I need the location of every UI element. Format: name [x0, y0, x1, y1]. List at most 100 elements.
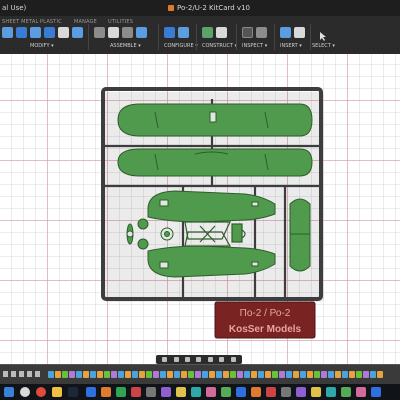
windows-start-icon[interactable]	[4, 387, 14, 397]
timeline-feature[interactable]	[223, 371, 229, 378]
insert-canvas-icon[interactable]	[294, 27, 305, 38]
timeline-feature[interactable]	[279, 371, 285, 378]
taskbar-app-icon[interactable]	[131, 387, 141, 397]
timeline-feature[interactable]	[174, 371, 180, 378]
timeline-feature[interactable]	[76, 371, 82, 378]
timeline-feature[interactable]	[272, 371, 278, 378]
fillet-icon[interactable]	[16, 27, 27, 38]
new-component-icon[interactable]	[94, 27, 105, 38]
timeline-feature[interactable]	[251, 371, 257, 378]
group-assemble[interactable]: ASSEMBLE ▾	[110, 43, 141, 49]
move-icon[interactable]	[72, 27, 83, 38]
timeline-play-icon[interactable]	[19, 371, 24, 377]
timeline-feature[interactable]	[55, 371, 61, 378]
insert-derive-icon[interactable]	[280, 27, 291, 38]
taskbar-app-icon[interactable]	[191, 387, 201, 397]
timeline-feature[interactable]	[181, 371, 187, 378]
timeline-feature[interactable]	[244, 371, 250, 378]
timeline-feature[interactable]	[153, 371, 159, 378]
timeline-feature[interactable]	[132, 371, 138, 378]
timeline-feature[interactable]	[118, 371, 124, 378]
orbit-icon[interactable]	[162, 357, 168, 362]
search-icon[interactable]	[20, 387, 30, 397]
press-pull-icon[interactable]	[2, 27, 13, 38]
group-configure[interactable]: CONFIGURE ▾	[164, 43, 198, 49]
display-settings-icon[interactable]	[207, 357, 213, 362]
taskbar-app-icon[interactable]	[371, 387, 381, 397]
taskbar-app-icon[interactable]	[236, 387, 246, 397]
taskbar-app-icon[interactable]	[311, 387, 321, 397]
tab-plastic[interactable]: PLASTIC	[40, 19, 62, 25]
timeline-feature[interactable]	[188, 371, 194, 378]
timeline-feature[interactable]	[258, 371, 264, 378]
timeline-feature[interactable]	[349, 371, 355, 378]
timeline-start-icon[interactable]	[3, 371, 8, 377]
joint-icon[interactable]	[108, 27, 119, 38]
timeline-feature[interactable]	[125, 371, 131, 378]
timeline-feature[interactable]	[328, 371, 334, 378]
group-modify[interactable]: MODIFY ▾	[30, 43, 54, 49]
timeline-feature[interactable]	[69, 371, 75, 378]
taskbar-app-icon[interactable]	[86, 387, 96, 397]
fit-icon[interactable]	[196, 357, 202, 362]
taskbar-app-icon[interactable]	[206, 387, 216, 397]
timeline-feature[interactable]	[62, 371, 68, 378]
taskbar-app-icon[interactable]	[161, 387, 171, 397]
timeline-feature[interactable]	[370, 371, 376, 378]
timeline-feature[interactable]	[307, 371, 313, 378]
timeline-back-icon[interactable]	[11, 371, 16, 377]
timeline-feature[interactable]	[356, 371, 362, 378]
timeline-feature[interactable]	[111, 371, 117, 378]
kit-card-model[interactable]: По-2 / Ро-2 KosSer Models	[0, 54, 400, 364]
group-insert[interactable]: INSERT ▾	[280, 43, 302, 49]
group-select[interactable]: SELECT ▾	[312, 43, 335, 49]
timeline-end-icon[interactable]	[35, 371, 40, 377]
grid-settings-icon[interactable]	[219, 357, 225, 362]
group-inspect[interactable]: INSPECT ▾	[242, 43, 267, 49]
timeline-feature[interactable]	[195, 371, 201, 378]
configure-theme-icon[interactable]	[178, 27, 189, 38]
offset-plane-icon[interactable]	[202, 27, 213, 38]
split-body-icon[interactable]	[58, 27, 69, 38]
timeline-feature[interactable]	[83, 371, 89, 378]
timeline-feature[interactable]	[314, 371, 320, 378]
timeline-feature[interactable]	[160, 371, 166, 378]
axis-icon[interactable]	[216, 27, 227, 38]
taskbar-app-icon[interactable]	[341, 387, 351, 397]
select-arrow-icon[interactable]	[318, 27, 329, 41]
group-construct[interactable]: CONSTRUCT ▾	[202, 43, 237, 49]
timeline-feature[interactable]	[167, 371, 173, 378]
timeline-feature[interactable]	[321, 371, 327, 378]
taskbar-app-icon[interactable]	[146, 387, 156, 397]
timeline-feature[interactable]	[48, 371, 54, 378]
tab-manage[interactable]: MANAGE	[74, 19, 97, 25]
timeline-feature[interactable]	[146, 371, 152, 378]
timeline-feature[interactable]	[342, 371, 348, 378]
viewports-icon[interactable]	[230, 357, 236, 362]
taskbar-app-icon[interactable]	[356, 387, 366, 397]
zoom-icon[interactable]	[185, 357, 191, 362]
taskbar-app-icon[interactable]	[251, 387, 261, 397]
timeline-feature[interactable]	[90, 371, 96, 378]
timeline-feature[interactable]	[363, 371, 369, 378]
timeline-feature[interactable]	[230, 371, 236, 378]
taskbar-app-icon[interactable]	[326, 387, 336, 397]
timeline-feature[interactable]	[216, 371, 222, 378]
section-analysis-icon[interactable]	[256, 27, 267, 38]
chamfer-icon[interactable]	[30, 27, 41, 38]
taskbar-app-icon[interactable]	[296, 387, 306, 397]
pan-icon[interactable]	[173, 357, 179, 362]
timeline-feature[interactable]	[139, 371, 145, 378]
configure-table-icon[interactable]	[164, 27, 175, 38]
taskbar-app-icon[interactable]	[116, 387, 126, 397]
taskbar-app-icon[interactable]	[281, 387, 291, 397]
timeline-forward-icon[interactable]	[27, 371, 32, 377]
timeline-feature[interactable]	[300, 371, 306, 378]
timeline-feature[interactable]	[209, 371, 215, 378]
taskbar-app-icon[interactable]	[221, 387, 231, 397]
steam-icon[interactable]	[68, 387, 78, 397]
chrome-icon[interactable]	[36, 387, 46, 397]
document-tab[interactable]: Po-2/U-2 KitCard v10	[168, 4, 250, 12]
tab-sheet-metal[interactable]: SHEET METAL	[2, 19, 38, 25]
measure-icon[interactable]	[242, 27, 253, 38]
